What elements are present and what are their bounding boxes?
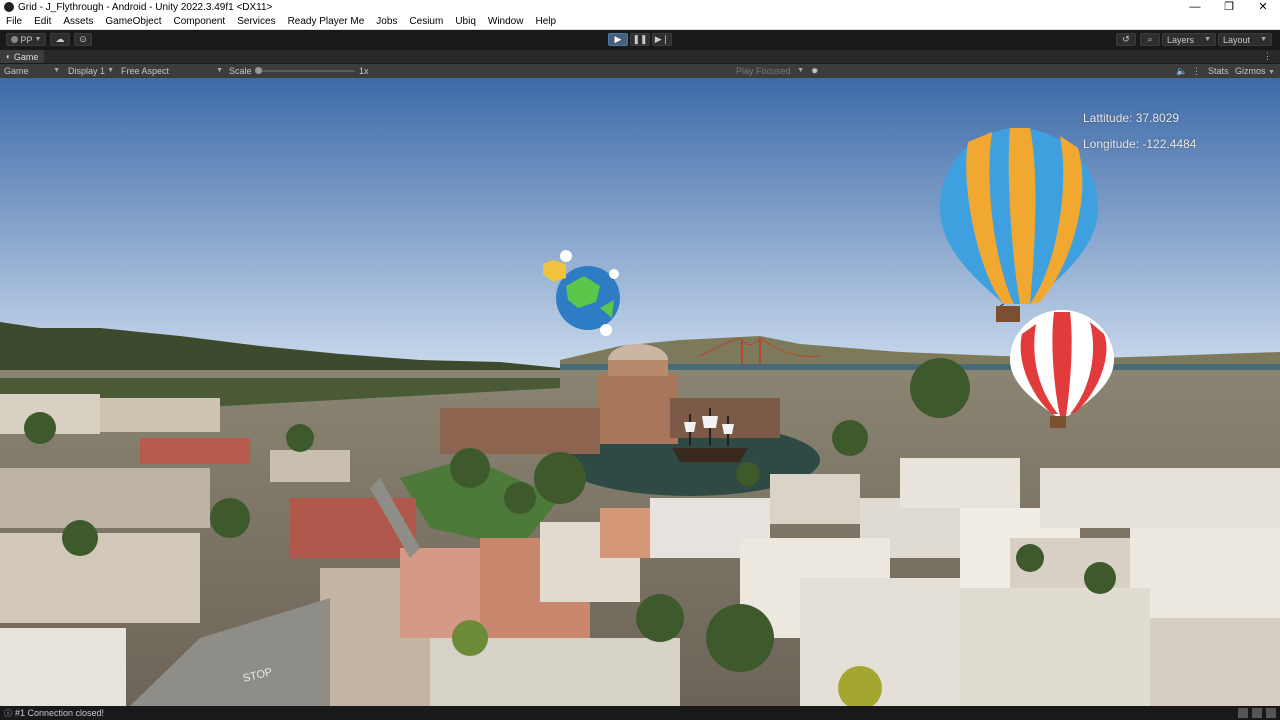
cloud-button[interactable]: ☁ bbox=[50, 33, 70, 46]
gizmos-button[interactable]: Gizmos bbox=[1235, 64, 1266, 78]
unity-logo-icon bbox=[4, 2, 14, 12]
chevron-down-icon: ▼ bbox=[1204, 36, 1211, 43]
scale-slider-track bbox=[259, 70, 355, 72]
main-toolbar: PP ▼ ☁ ⊙ ▶ ❚❚ ▶❘ ↺ ⌕ Layers ▼ Layout ▼ bbox=[0, 30, 1280, 49]
game-view-toolbar: Game ▼ Display 1 ▼ Free Aspect ▼ Scale 1… bbox=[0, 64, 1280, 78]
history-icon: ↺ bbox=[1122, 34, 1130, 44]
history-button[interactable]: ↺ bbox=[1116, 33, 1136, 46]
settings-icon[interactable] bbox=[1266, 708, 1276, 718]
aspect-label: Free Aspect bbox=[121, 66, 170, 76]
display-dropdown[interactable]: Display 1 ▼ bbox=[68, 64, 114, 78]
chevron-down-icon: ▼ bbox=[216, 67, 223, 74]
minimize-button[interactable]: — bbox=[1178, 0, 1212, 14]
title-bar: Grid - J_Flythrough - Android - Unity 20… bbox=[0, 0, 1280, 14]
info-icon: ⓘ bbox=[4, 708, 12, 718]
menu-jobs[interactable]: Jobs bbox=[370, 16, 403, 27]
game-viewport[interactable]: STOP Lattitude: 37.8029 Longitude: -122.… bbox=[0, 78, 1280, 706]
layout-dropdown[interactable]: Layout ▼ bbox=[1218, 33, 1272, 46]
menu-help[interactable]: Help bbox=[529, 16, 562, 27]
play-icon: ▶ bbox=[614, 34, 622, 44]
chevron-down-icon: ▼ bbox=[107, 67, 114, 74]
account-icon bbox=[10, 36, 18, 43]
menu-window[interactable]: Window bbox=[482, 16, 530, 27]
maximize-button[interactable]: ❐ bbox=[1212, 0, 1246, 14]
tab-game[interactable]: ◐ Game bbox=[0, 50, 45, 63]
play-mode-label: Play Focused bbox=[736, 66, 791, 76]
scale-value: 1x bbox=[359, 66, 369, 76]
menu-assets[interactable]: Assets bbox=[57, 16, 99, 27]
account-dropdown[interactable]: PP ▼ bbox=[6, 33, 46, 46]
game-scene: STOP bbox=[0, 78, 1280, 706]
aspect-dropdown[interactable]: Free Aspect ▼ bbox=[121, 64, 223, 78]
play-button[interactable]: ▶ bbox=[608, 33, 628, 46]
collab-icon: ⊙ bbox=[79, 34, 87, 44]
close-button[interactable]: ✕ bbox=[1246, 0, 1280, 14]
stats-button[interactable]: Stats bbox=[1208, 64, 1229, 78]
menu-cesium[interactable]: Cesium bbox=[403, 16, 449, 27]
status-message[interactable]: #1 Connection closed! bbox=[15, 708, 104, 718]
menu-bar: File Edit Assets GameObject Component Se… bbox=[0, 14, 1280, 30]
chevron-down-icon: ▼ bbox=[53, 67, 60, 74]
scale-slider-thumb[interactable] bbox=[255, 67, 262, 74]
scale-label: Scale bbox=[229, 66, 252, 76]
search-icon: ⌕ bbox=[1147, 34, 1153, 44]
menu-gameobject[interactable]: GameObject bbox=[99, 16, 167, 27]
menu-ubiq[interactable]: Ubiq bbox=[449, 16, 482, 27]
menu-component[interactable]: Component bbox=[168, 16, 232, 27]
game-controller-icon: ◐ bbox=[6, 52, 11, 61]
status-bar: ⓘ #1 Connection closed! bbox=[0, 706, 1280, 720]
bug-icon[interactable]: ✹ bbox=[811, 64, 819, 78]
progress-icon[interactable] bbox=[1238, 708, 1248, 718]
collab-button[interactable]: ⊙ bbox=[74, 33, 92, 46]
chevron-down-icon[interactable]: ▼ bbox=[1268, 64, 1275, 78]
display-mode-label: Game bbox=[4, 66, 29, 76]
longitude-readout: Longitude: -122.4484 bbox=[1083, 137, 1197, 151]
game-dock-header: ◐ Game ⋮ bbox=[0, 50, 1280, 64]
account-label: PP bbox=[20, 34, 33, 45]
window-controls: — ❐ ✕ bbox=[1178, 0, 1280, 14]
pause-icon: ❚❚ bbox=[632, 34, 648, 44]
debug-icon[interactable] bbox=[1252, 708, 1262, 718]
layers-label: Layers bbox=[1167, 34, 1195, 45]
status-icons bbox=[1238, 708, 1276, 718]
menu-edit[interactable]: Edit bbox=[28, 16, 57, 27]
play-mode-dropdown[interactable]: Play Focused ▼ bbox=[736, 64, 804, 78]
chevron-down-icon: ▼ bbox=[1260, 36, 1267, 43]
layers-dropdown[interactable]: Layers ▼ bbox=[1162, 33, 1216, 46]
mute-audio-icon[interactable]: 🔈 bbox=[1176, 64, 1187, 78]
pause-button[interactable]: ❚❚ bbox=[630, 33, 650, 46]
latitude-readout: Lattitude: 37.8029 bbox=[1083, 111, 1180, 125]
step-button[interactable]: ▶❘ bbox=[652, 33, 672, 46]
display-mode-dropdown[interactable]: Game ▼ bbox=[4, 64, 62, 78]
menu-services[interactable]: Services bbox=[231, 16, 281, 27]
tab-game-label: Game bbox=[13, 51, 39, 62]
menu-ready-player-me[interactable]: Ready Player Me bbox=[282, 16, 371, 27]
search-button[interactable]: ⌕ bbox=[1140, 33, 1160, 46]
chevron-down-icon: ▼ bbox=[32, 36, 42, 43]
step-icon: ▶❘ bbox=[654, 34, 670, 44]
menu-file[interactable]: File bbox=[0, 16, 28, 27]
cloud-icon: ☁ bbox=[55, 34, 65, 44]
chevron-down-icon: ▼ bbox=[797, 67, 804, 74]
display-label: Display 1 bbox=[68, 66, 106, 76]
stats-menu-icon[interactable]: ⋮ bbox=[1192, 64, 1201, 78]
more-options-icon[interactable]: ⋮ bbox=[1263, 50, 1272, 63]
layout-label: Layout bbox=[1223, 34, 1251, 45]
window-title: Grid - J_Flythrough - Android - Unity 20… bbox=[18, 1, 273, 13]
scale-slider[interactable] bbox=[255, 64, 355, 78]
